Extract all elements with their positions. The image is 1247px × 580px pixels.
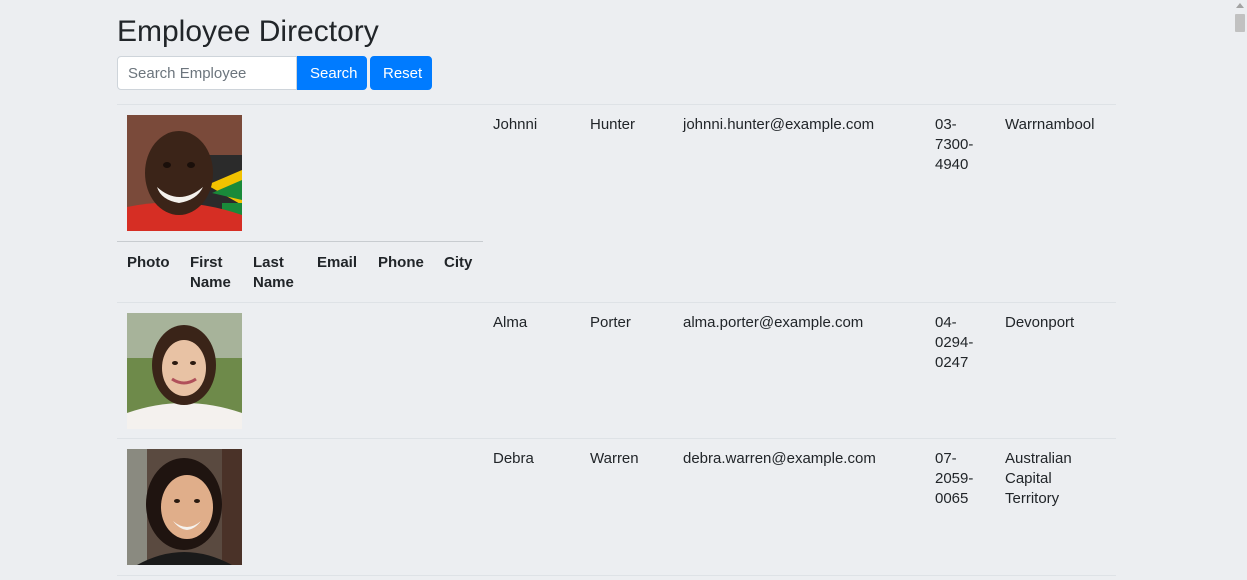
search-input[interactable]	[117, 56, 297, 90]
search-button[interactable]: Search	[297, 56, 367, 90]
city-line: Australian	[1005, 450, 1072, 467]
phone-line: 7300-	[935, 136, 974, 153]
header-phone: Phone	[378, 254, 424, 271]
last-name-cell: Porter	[590, 314, 631, 331]
phone-line: 0294-	[935, 334, 974, 351]
email-cell: johnni.hunter@example.com	[683, 116, 875, 133]
phone-line: 07-	[935, 450, 957, 467]
email-cell: debra.warren@example.com	[683, 450, 876, 467]
avatar-man-icon	[127, 115, 242, 231]
employee-photo	[127, 449, 242, 565]
page-title: Employee Directory	[117, 15, 379, 48]
last-name-cell: Hunter	[590, 116, 636, 133]
avatar-woman-icon	[127, 449, 242, 565]
table-row: Alma Porter alma.porter@example.com 04- …	[117, 302, 1116, 439]
employee-photo	[127, 313, 242, 429]
city-line: Capital	[1005, 470, 1052, 487]
page: Employee Directory Search Reset	[0, 0, 1247, 580]
phone-line: 03-	[935, 116, 957, 133]
phone-cell: 03- 7300- 4940	[935, 115, 980, 175]
avatar-woman-icon	[127, 313, 242, 429]
header-last-name-line2: Name	[253, 274, 294, 291]
city-line: Devonport	[1005, 314, 1075, 331]
city-cell: Australian Capital Territory	[1005, 449, 1100, 509]
first-name-cell: Alma	[493, 314, 528, 331]
phone-line: 04-	[935, 314, 957, 331]
scrollbar-thumb[interactable]	[1235, 14, 1245, 32]
scroll-up-arrow-icon[interactable]	[1236, 3, 1244, 8]
city-cell: Devonport	[1005, 313, 1100, 333]
last-name-cell: Warren	[590, 450, 639, 467]
phone-cell: 04- 0294- 0247	[935, 313, 980, 373]
city-cell: Warrnambool	[1005, 115, 1100, 135]
table-row: Photo First Name Last Name Email Phone C…	[117, 104, 1116, 303]
header-last-name-line1: Last	[253, 254, 284, 271]
phone-cell: 07- 2059- 0065	[935, 449, 980, 509]
search-bar: Search Reset	[117, 56, 432, 90]
header-first-name: First Name	[190, 253, 231, 293]
city-line: Warrnambool	[1005, 116, 1095, 133]
phone-line: 0247	[935, 354, 969, 371]
nested-table-header: Photo First Name Last Name Email Phone C…	[117, 241, 483, 304]
header-email: Email	[317, 254, 358, 271]
phone-line: 2059-	[935, 470, 974, 487]
header-first-name-line1: First	[190, 254, 223, 271]
reset-button[interactable]: Reset	[370, 56, 432, 90]
header-photo: Photo	[127, 254, 170, 271]
email-cell: alma.porter@example.com	[683, 314, 864, 331]
scrollbar[interactable]	[1233, 0, 1247, 580]
first-name-cell: Debra	[493, 450, 534, 467]
header-first-name-line2: Name	[190, 274, 231, 291]
header-last-name: Last Name	[253, 253, 294, 293]
header-city: City	[444, 254, 473, 271]
first-name-cell: Johnni	[493, 116, 538, 133]
phone-line: 0065	[935, 490, 969, 507]
city-line: Territory	[1005, 490, 1060, 507]
table-row: Debra Warren debra.warren@example.com 07…	[117, 438, 1116, 576]
phone-line: 4940	[935, 156, 969, 173]
employee-photo	[127, 115, 242, 231]
